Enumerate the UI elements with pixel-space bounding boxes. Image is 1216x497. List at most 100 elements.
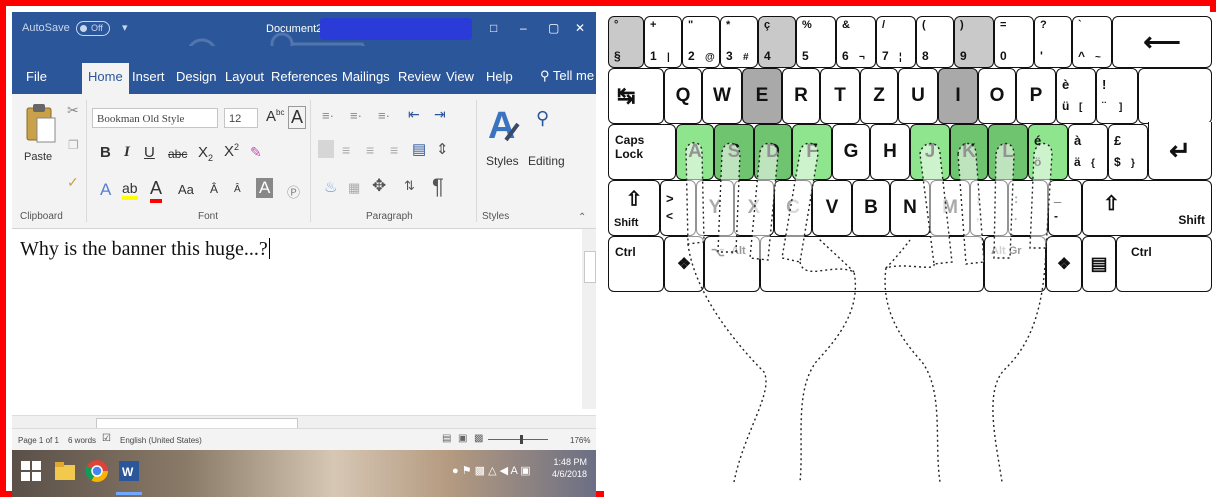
text-cursor — [268, 238, 270, 259]
zoom-slider-knob[interactable] — [520, 435, 523, 444]
tab-design[interactable]: Design — [176, 69, 216, 84]
format-painter-icon[interactable]: ✓ — [67, 174, 79, 191]
key-e: E — [742, 68, 782, 124]
key-label: K — [962, 141, 976, 162]
key-x: X — [734, 180, 774, 236]
align-left-icon[interactable] — [318, 140, 334, 158]
line-spacing-icon[interactable]: ⇕ — [436, 140, 449, 158]
key-label: A — [688, 141, 702, 162]
sort-icon[interactable]: ⇅ — [404, 178, 415, 194]
zoom-level[interactable]: 176% — [570, 436, 590, 445]
autosave-toggle[interactable]: Off — [76, 21, 110, 36]
font-color-icon[interactable]: A — [150, 178, 163, 203]
tell-me-search[interactable]: ⚲ Tell me — [540, 68, 594, 84]
justify-icon[interactable]: ≡ — [390, 142, 398, 158]
editing-label[interactable]: Editing — [528, 154, 565, 168]
tab-help[interactable]: Help — [486, 69, 513, 84]
document-body-text[interactable]: Why is the banner this huge...? — [20, 238, 270, 261]
enclose-character-icon[interactable]: Ⓟ — [287, 182, 300, 201]
decrease-indent-icon[interactable]: ⇤ — [408, 106, 420, 123]
increase-indent-icon[interactable]: ⇥ — [434, 106, 446, 123]
subscript-icon[interactable]: X2 — [198, 144, 213, 163]
tab-view[interactable]: View — [446, 69, 474, 84]
menu-key-icon: ▤ — [1090, 253, 1108, 274]
numbering-icon[interactable]: ≡· — [350, 108, 362, 123]
strikethrough-icon[interactable]: abc — [168, 147, 187, 161]
close-button[interactable]: ✕ — [575, 21, 585, 35]
distributed-icon[interactable]: ▤ — [412, 140, 426, 158]
paste-icon[interactable] — [24, 102, 58, 148]
tab-insert[interactable]: Insert — [132, 69, 165, 84]
collapse-ribbon-icon[interactable]: ⌃ — [578, 212, 586, 223]
language-label[interactable]: English (United States) — [120, 436, 202, 445]
key-label: G — [843, 141, 859, 162]
underline-icon[interactable]: U — [144, 144, 155, 161]
key-t: T — [820, 68, 860, 124]
text-effects-eraser-icon[interactable]: ✎ — [250, 144, 262, 161]
word-taskbar-icon[interactable]: W — [116, 458, 142, 484]
vertical-scrollbar[interactable] — [582, 229, 596, 409]
copy-icon[interactable]: ❐ — [68, 138, 79, 152]
font-size-box[interactable]: 12 — [224, 108, 258, 128]
find-icon[interactable]: ⚲ — [536, 108, 549, 129]
key-space — [760, 236, 984, 292]
web-layout-icon[interactable]: ▩ — [474, 433, 483, 444]
styles-icon[interactable]: A — [486, 102, 520, 146]
center-icon[interactable]: ≡ — [342, 142, 350, 158]
key-label: Z — [873, 85, 885, 106]
key-label-bottom: ö — [1034, 155, 1042, 169]
word-count[interactable]: 6 words — [68, 436, 96, 445]
page-count[interactable]: Page 1 of 1 — [18, 436, 59, 445]
key-label: Alt Gr — [991, 245, 1022, 257]
align-right-icon[interactable]: ≡ — [366, 142, 374, 158]
asian-layout-icon[interactable]: ✥ — [372, 176, 386, 196]
grow-font-small-icon[interactable]: Â — [210, 182, 218, 196]
tab-home[interactable]: Home — [82, 63, 129, 94]
red-border-frame: AutoSave Off ▾ Document2 - Word □ – ▢ ✕ … — [0, 0, 1216, 497]
borders-icon[interactable]: ▦ — [348, 180, 360, 196]
document-canvas[interactable]: Why is the banner this huge...? — [12, 229, 596, 415]
quick-access-dropdown-icon[interactable]: ▾ — [122, 21, 128, 34]
key-label-top: è — [1062, 77, 1070, 92]
key-label: S — [727, 141, 741, 162]
minimize-button[interactable]: – — [520, 21, 527, 35]
bullets-icon[interactable]: ≡· — [322, 108, 334, 123]
shading-icon[interactable]: ♨ — [324, 178, 337, 196]
chrome-icon[interactable] — [84, 458, 110, 484]
vertical-scroll-thumb[interactable] — [584, 251, 596, 283]
tab-mailings[interactable]: Mailings — [342, 69, 390, 84]
windows-start-icon[interactable] — [18, 458, 44, 484]
horizontal-scrollbar[interactable] — [12, 415, 596, 429]
zoom-slider[interactable] — [488, 435, 548, 444]
cut-icon[interactable]: ✂ — [67, 102, 79, 119]
maximize-button[interactable]: ▢ — [548, 21, 559, 35]
system-tray-icons[interactable]: ● ⚑ ▩ △ ◀ A ▣ — [452, 464, 531, 477]
superscript-icon[interactable]: X2 — [224, 142, 239, 160]
tab-file[interactable]: File — [26, 69, 47, 84]
grow-font-icon[interactable]: Abc — [266, 108, 284, 125]
windows-logo-icon: ❖ — [1056, 256, 1072, 273]
key-windows-left: ❖ — [664, 236, 704, 292]
tab-references[interactable]: References — [271, 69, 337, 84]
print-layout-icon[interactable]: ▣ — [458, 433, 467, 444]
character-shading-icon[interactable]: A — [256, 178, 274, 198]
multilevel-list-icon[interactable]: ≡· — [378, 108, 390, 123]
text-effects-icon[interactable]: A — [100, 180, 111, 200]
font-name-box[interactable]: Bookman Old Style — [92, 108, 218, 128]
shrink-font-icon[interactable]: Â — [234, 184, 241, 195]
tab-layout[interactable]: Layout — [225, 69, 264, 84]
file-explorer-icon[interactable] — [52, 458, 78, 484]
tab-review[interactable]: Review — [398, 69, 441, 84]
key-r: R — [782, 68, 820, 124]
read-mode-icon[interactable]: ▤ — [442, 433, 451, 444]
key-label-bottom: 6 — [842, 49, 849, 63]
clear-formatting-icon[interactable]: A — [288, 106, 307, 129]
bold-icon[interactable]: B — [100, 144, 111, 161]
show-formatting-marks-icon[interactable]: ¶ — [432, 174, 444, 200]
proofing-icon[interactable]: ☑ — [102, 433, 111, 444]
ribbon-display-options-icon[interactable]: □ — [490, 21, 497, 35]
italic-icon[interactable]: I — [124, 144, 130, 161]
taskbar-clock[interactable]: 1:48 PM 4/6/2018 — [552, 456, 587, 480]
highlight-icon[interactable]: ab — [122, 180, 138, 200]
change-case-icon[interactable]: Aa — [178, 182, 194, 197]
